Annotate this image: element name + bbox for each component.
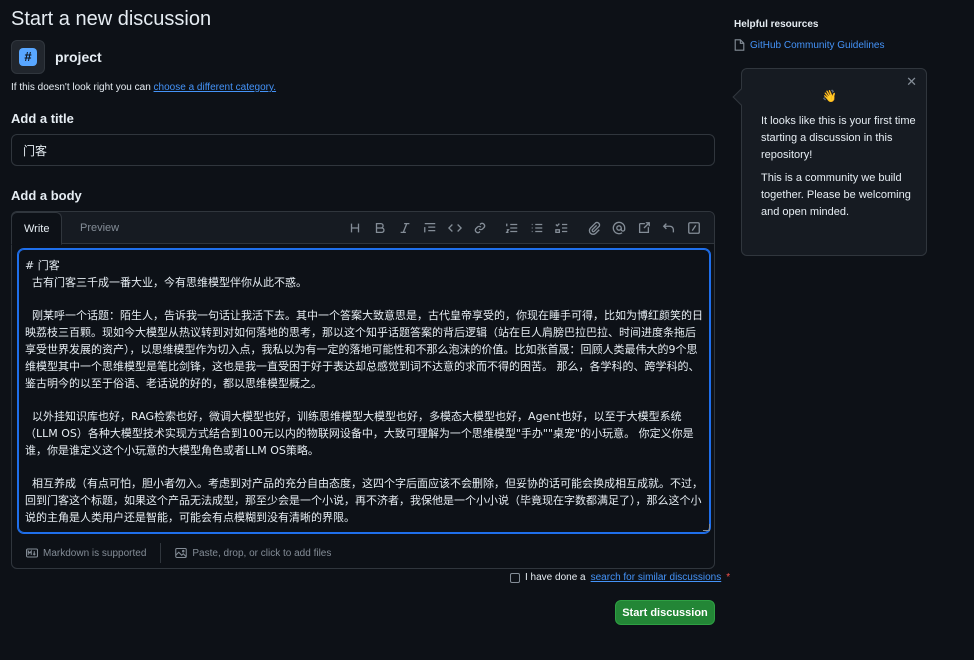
title-input[interactable]	[11, 134, 715, 166]
ordered-list-icon[interactable]	[499, 216, 524, 240]
body-textarea[interactable]: # 门客 古有门客三千成一番大业，今有思维模型伴你从此不惑。 刚某呼一个话题：陌…	[17, 248, 711, 534]
wave-icon: 👋	[822, 89, 837, 103]
task-list-icon[interactable]	[549, 216, 574, 240]
attach-icon[interactable]	[581, 216, 606, 240]
popover-text-intro: It looks like this is your first time st…	[761, 115, 916, 161]
body-label: Add a body	[11, 188, 82, 203]
file-icon	[734, 39, 745, 51]
link-icon[interactable]	[467, 216, 492, 240]
reference-icon[interactable]	[631, 216, 656, 240]
popover-text-community: This is a community we build together. P…	[761, 172, 911, 218]
similar-search-link[interactable]: search for similar discussions	[591, 572, 722, 583]
markdown-help-link[interactable]: Markdown is supported	[12, 547, 160, 559]
formatting-toolbar	[342, 212, 706, 244]
guidelines-item: GitHub Community Guidelines	[734, 39, 885, 51]
start-discussion-button[interactable]: Start discussion	[615, 600, 715, 625]
undo-icon[interactable]	[656, 216, 681, 240]
required-mark: *	[726, 572, 731, 583]
first-time-popover: ✕ 👋 It looks like this is your first tim…	[732, 68, 927, 256]
resize-handle[interactable]	[703, 524, 710, 531]
italic-icon[interactable]	[392, 216, 417, 240]
heading-icon[interactable]	[342, 216, 367, 240]
guidelines-link[interactable]: GitHub Community Guidelines	[750, 40, 885, 51]
quote-icon[interactable]	[417, 216, 442, 240]
category-note-text: If this doesn't look right you can	[11, 82, 154, 93]
add-files-label: Paste, drop, or click to add files	[192, 547, 332, 559]
title-label: Add a title	[11, 111, 74, 126]
mention-icon[interactable]	[606, 216, 631, 240]
close-icon[interactable]: ✕	[906, 74, 917, 90]
markdown-icon	[26, 548, 38, 558]
tab-write[interactable]: Write	[11, 212, 63, 245]
category-header: # project	[11, 40, 102, 74]
page-title: Start a new discussion	[11, 8, 212, 30]
similar-label: I have done a	[525, 572, 586, 583]
slash-command-icon[interactable]	[681, 216, 706, 240]
editor-footer: Markdown is supported Paste, drop, or cl…	[12, 536, 714, 570]
popover-arrow	[732, 88, 750, 106]
code-icon[interactable]	[442, 216, 467, 240]
resources-title: Helpful resources	[734, 19, 819, 30]
unordered-list-icon[interactable]	[524, 216, 549, 240]
bold-icon[interactable]	[367, 216, 392, 240]
body-editor: Write Preview # 门客 古有门客三千成一番大业，今有思维模型伴你从…	[11, 211, 715, 569]
markdown-supported-label: Markdown is supported	[43, 547, 147, 559]
category-icon-box: #	[11, 40, 45, 74]
category-name: project	[55, 49, 102, 65]
hash-icon: #	[19, 48, 37, 66]
tab-preview[interactable]: Preview	[68, 212, 131, 244]
editor-header: Write Preview	[11, 212, 714, 245]
image-icon	[175, 547, 188, 559]
category-note: If this doesn't look right you can choos…	[11, 82, 276, 93]
similar-discussions-check: I have done a search for similar discuss…	[510, 572, 730, 583]
change-category-link[interactable]: choose a different category.	[154, 82, 277, 93]
similar-checkbox[interactable]	[510, 572, 520, 583]
add-files-button[interactable]: Paste, drop, or click to add files	[161, 547, 345, 559]
